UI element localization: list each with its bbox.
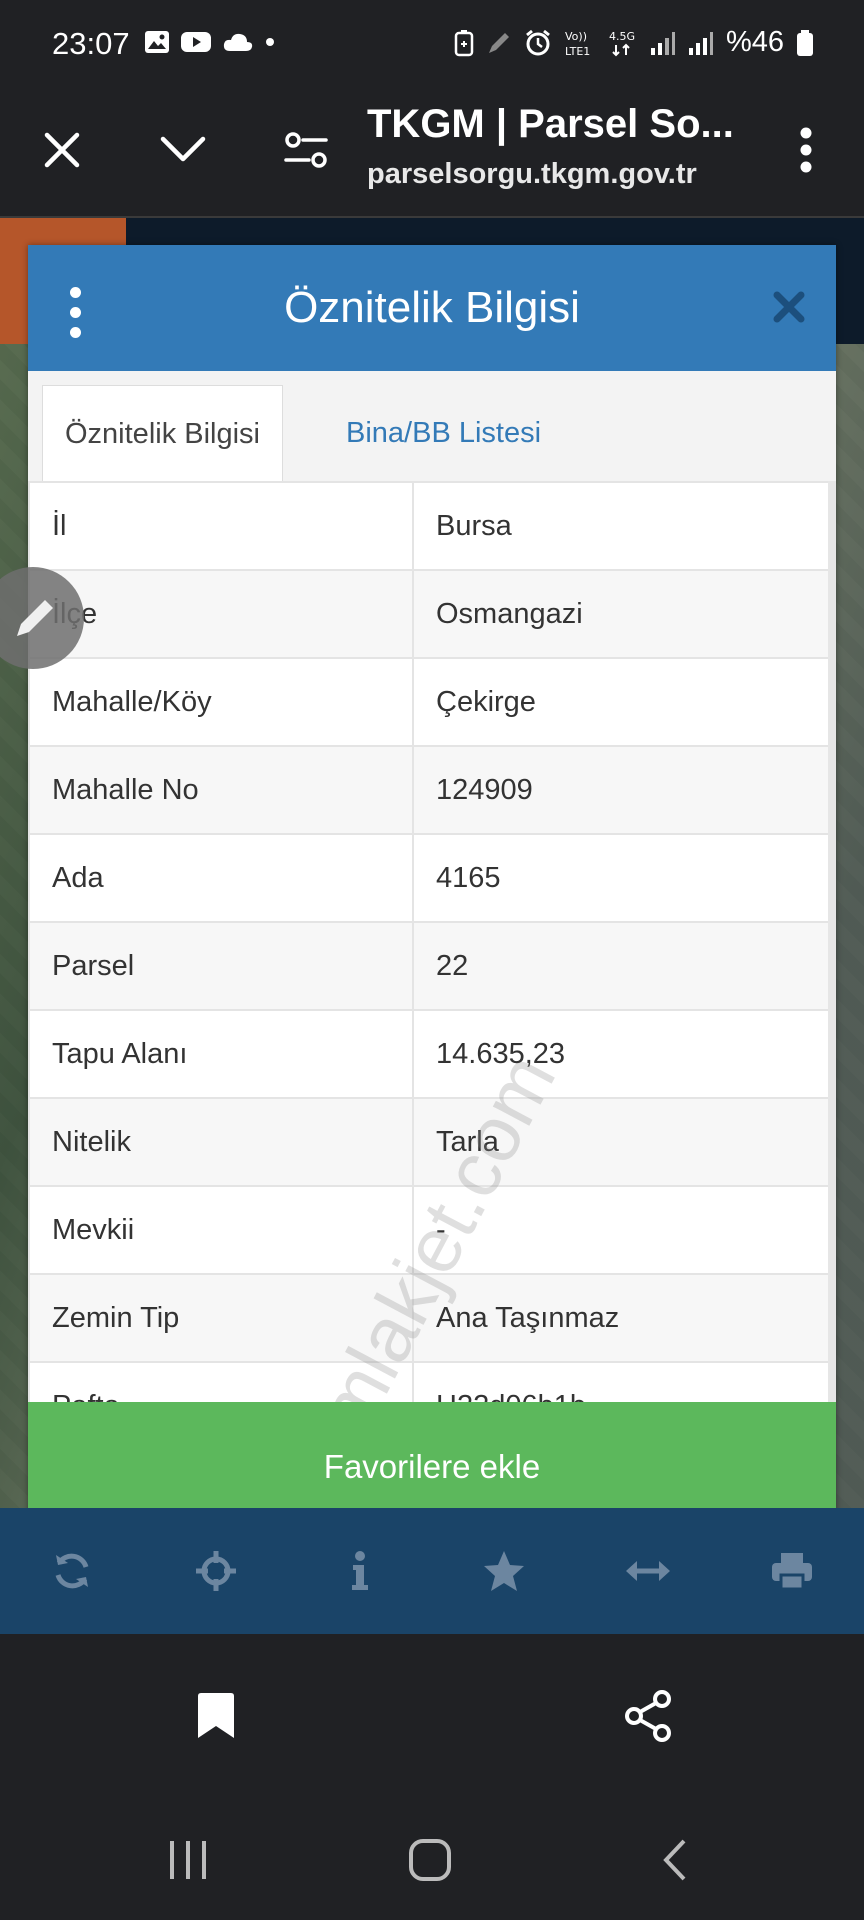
attribute-value: 4165: [412, 833, 836, 923]
signal-icon-2: [688, 31, 713, 55]
bookmark-button[interactable]: [186, 1686, 246, 1746]
attribute-value: 22: [412, 921, 836, 1011]
attribute-value: Tarla: [412, 1097, 836, 1187]
table-row: Zemin Tip Ana Taşınmaz: [28, 1273, 836, 1363]
close-icon: [44, 132, 80, 168]
signal-icon-1: [650, 31, 675, 55]
attribute-value: 124909: [412, 745, 836, 835]
table-row: İl Bursa: [28, 481, 836, 571]
battery-percent: %46: [725, 26, 784, 58]
site-settings-button[interactable]: [278, 122, 334, 178]
more-vert-icon: [800, 127, 812, 173]
share-button[interactable]: [618, 1686, 678, 1746]
cloud-icon: [223, 33, 253, 51]
crosshair-icon: [196, 1551, 236, 1591]
map-toolbar: [0, 1508, 864, 1634]
print-button[interactable]: [762, 1541, 822, 1601]
svg-text:4.5G: 4.5G: [609, 30, 635, 43]
tab-attribute-info[interactable]: Öznitelik Bilgisi: [42, 385, 283, 482]
attribute-value: 14.635,23: [412, 1009, 836, 1099]
info-icon: [352, 1551, 368, 1590]
share-icon: [625, 1690, 671, 1742]
close-tab-button[interactable]: [34, 122, 90, 178]
network-4g-icon: 4.5G: [609, 30, 635, 56]
dot-icon: [266, 38, 274, 46]
svg-text:LTE1: LTE1: [565, 45, 590, 58]
attribute-dialog: Öznitelik Bilgisi Öznitelik Bilgisi Bina…: [28, 245, 836, 1611]
table-row: Parsel 22: [28, 921, 836, 1011]
alarm-icon: [526, 29, 550, 55]
home-icon: [409, 1839, 451, 1881]
attribute-key: İl: [28, 481, 414, 571]
volte-icon: Vo)) LTE1: [565, 30, 590, 58]
attribute-value: Çekirge: [412, 657, 836, 747]
attribute-value: Ana Taşınmaz: [412, 1273, 836, 1363]
attribute-table: İlBursaİlçeOsmangaziMahalle/KöyÇekirgeMa…: [28, 481, 836, 1451]
locate-button[interactable]: [186, 1541, 246, 1601]
attribute-key: Parsel: [28, 921, 414, 1011]
attribute-value: -: [412, 1185, 836, 1275]
table-row: Tapu Alanı 14.635,23: [28, 1009, 836, 1099]
dialog-tabs: Öznitelik Bilgisi Bina/BB Listesi: [28, 371, 836, 482]
page-url[interactable]: parselsorgu.tkgm.gov.tr: [367, 158, 697, 191]
svg-text:Vo)): Vo)): [565, 30, 587, 43]
star-icon: [484, 1551, 524, 1591]
printer-icon: [772, 1553, 812, 1591]
tab-building-list[interactable]: Bina/BB Listesi: [324, 385, 563, 481]
attribute-key: Mevkii: [28, 1185, 414, 1275]
notification-icons: [144, 30, 276, 54]
battery-saver-icon: [454, 29, 474, 56]
dialog-close-button[interactable]: [772, 277, 806, 337]
tune-icon: [284, 132, 328, 168]
browser-bottom-bar: [0, 1634, 864, 1794]
table-row: Ada 4165: [28, 833, 836, 923]
table-row: Nitelik Tarla: [28, 1097, 836, 1187]
recents-button[interactable]: [158, 1830, 218, 1890]
status-time: 23:07: [52, 26, 130, 61]
status-right: Vo)) LTE1 4.5G %46: [454, 26, 814, 59]
recents-icon: [170, 1841, 206, 1879]
refresh-button[interactable]: [42, 1541, 102, 1601]
favorites-button[interactable]: [474, 1541, 534, 1601]
back-icon: [663, 1839, 686, 1881]
info-button[interactable]: [330, 1541, 390, 1601]
refresh-icon: [55, 1553, 89, 1589]
dialog-title: Öznitelik Bilgisi: [284, 283, 580, 332]
close-icon: [773, 291, 805, 323]
table-row: Mahalle No 124909: [28, 745, 836, 835]
dialog-header: Öznitelik Bilgisi: [28, 245, 836, 371]
attribute-value: Bursa: [412, 481, 836, 571]
bookmark-icon: [198, 1693, 234, 1738]
browser-toolbar: TKGM | Parsel So... parselsorgu.tkgm.gov…: [0, 86, 864, 218]
attribute-key: Mahalle/Köy: [28, 657, 414, 747]
attribute-key: İlçe: [28, 569, 414, 659]
home-button[interactable]: [400, 1830, 460, 1890]
table-row: İlçeOsmangazi: [28, 569, 836, 659]
youtube-icon: [181, 32, 211, 52]
attribute-key: Mahalle No: [28, 745, 414, 835]
attribute-key: Tapu Alanı: [28, 1009, 414, 1099]
pencil-icon: [17, 600, 53, 636]
minimize-button[interactable]: [155, 122, 211, 178]
attribute-value: Osmangazi: [412, 569, 836, 659]
measure-button[interactable]: [618, 1541, 678, 1601]
gallery-icon: [145, 31, 169, 53]
attribute-key: Zemin Tip: [28, 1273, 414, 1363]
page-title: TKGM | Parsel So...: [367, 102, 734, 146]
attribute-key: Nitelik: [28, 1097, 414, 1187]
browser-menu-button[interactable]: [778, 122, 834, 178]
pen-icon: [488, 32, 509, 53]
attribute-key: Ada: [28, 833, 414, 923]
table-row: Mevkii -: [28, 1185, 836, 1275]
table-row: Mahalle/Köy Çekirge: [28, 657, 836, 747]
battery-icon: [797, 29, 813, 56]
chevron-down-icon: [160, 136, 206, 162]
arrows-horizontal-icon: [626, 1561, 670, 1581]
status-bar: 23:07 Vo)) LTE1 4.5G %46: [0, 0, 864, 86]
system-nav-bar: [0, 1794, 864, 1920]
back-button[interactable]: [645, 1830, 705, 1890]
